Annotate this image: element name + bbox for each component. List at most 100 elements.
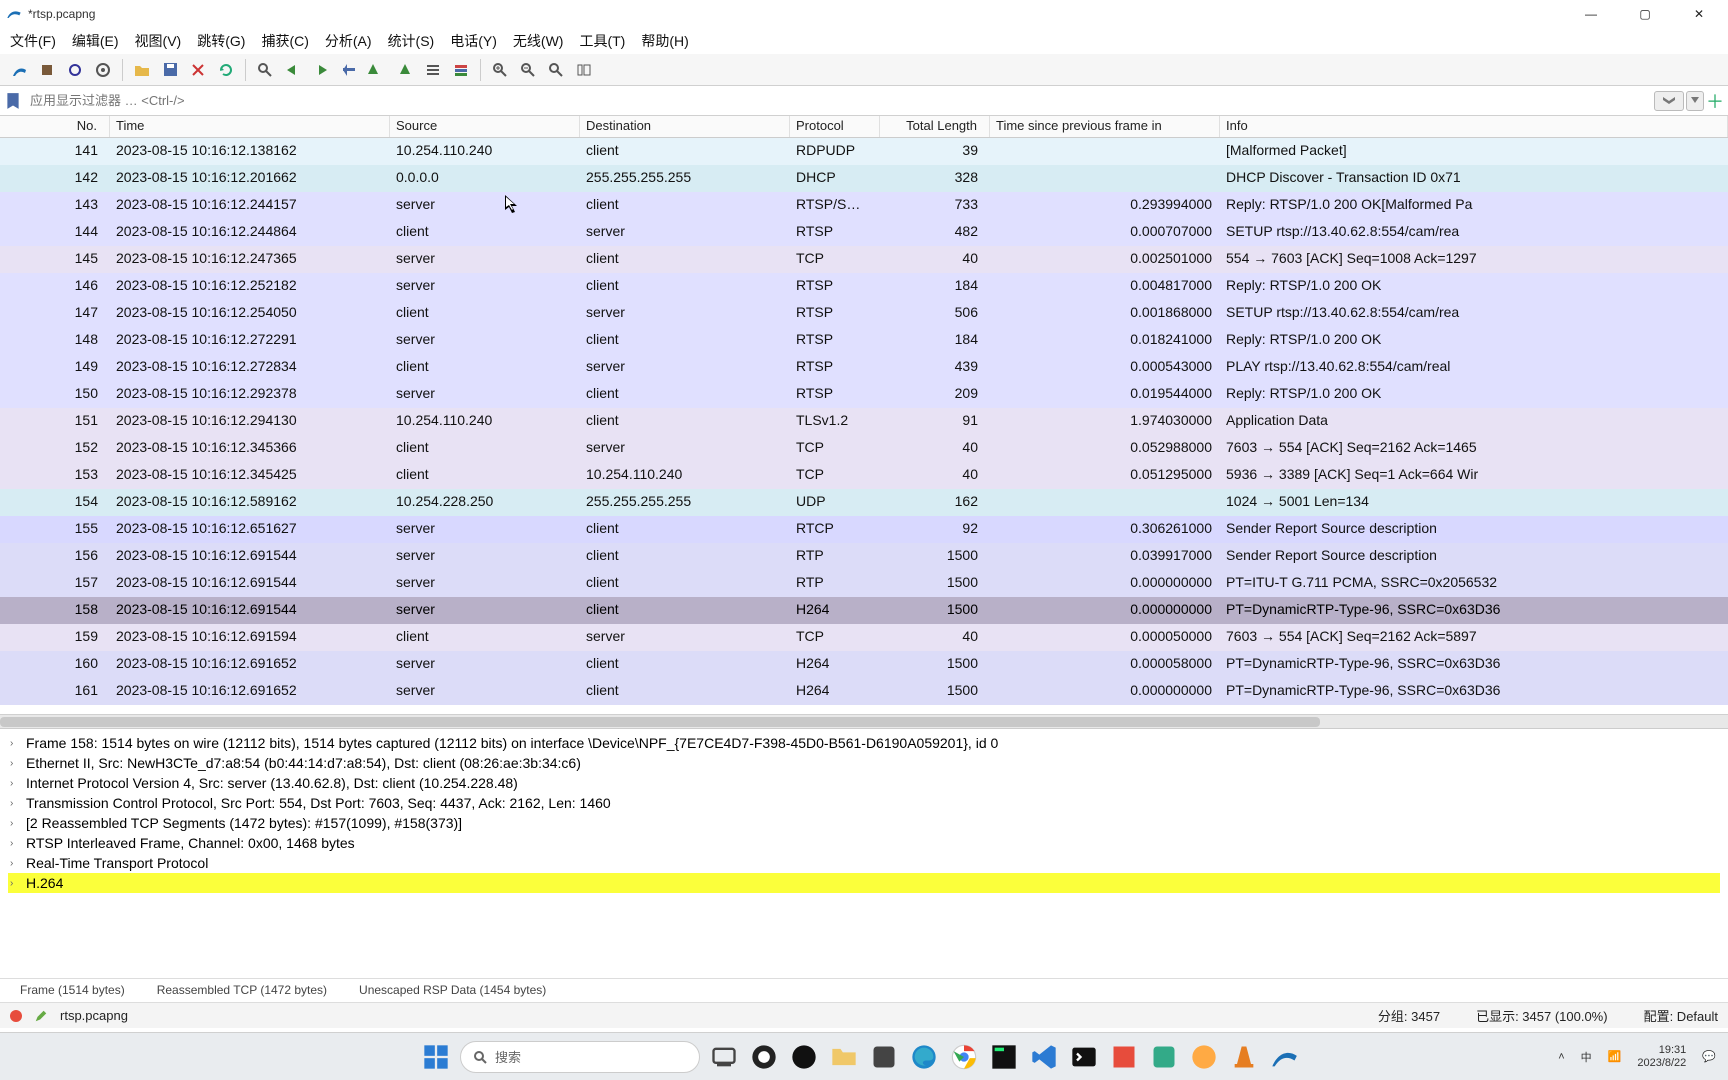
packet-row[interactable]: 1452023-08-15 10:16:12.247365serverclien… — [0, 246, 1728, 273]
filter-apply-button[interactable] — [1654, 91, 1684, 111]
tray-notifications-icon[interactable]: 💬 — [1702, 1050, 1716, 1063]
tray-clock[interactable]: 19:31 2023/8/22 — [1637, 1044, 1686, 1070]
detail-reassembled[interactable]: ›[2 Reassembled TCP Segments (1472 bytes… — [8, 813, 1720, 833]
menu-analyze[interactable]: 分析(A) — [325, 31, 372, 51]
packet-row[interactable]: 1582023-08-15 10:16:12.691544serverclien… — [0, 597, 1728, 624]
packet-row[interactable]: 1482023-08-15 10:16:12.272291serverclien… — [0, 327, 1728, 354]
window-close-button[interactable]: ✕ — [1676, 0, 1722, 28]
open-file-icon[interactable] — [129, 57, 155, 83]
column-time[interactable]: Time — [110, 116, 390, 137]
menu-capture[interactable]: 捕获(C) — [261, 31, 308, 51]
terminal-icon[interactable] — [1070, 1043, 1098, 1071]
bookmark-filter-icon[interactable] — [4, 92, 22, 110]
packet-row[interactable]: 1502023-08-15 10:16:12.292378serverclien… — [0, 381, 1728, 408]
file-explorer-icon[interactable] — [830, 1043, 858, 1071]
menu-help[interactable]: 帮助(H) — [641, 31, 688, 51]
detail-rtsp-interleaved[interactable]: ›RTSP Interleaved Frame, Channel: 0x00, … — [8, 833, 1720, 853]
packet-row[interactable]: 1422023-08-15 10:16:12.2016620.0.0.0255.… — [0, 165, 1728, 192]
app-generic-2-icon[interactable] — [790, 1043, 818, 1071]
menu-wireless[interactable]: 无线(W) — [513, 31, 564, 51]
resize-columns-icon[interactable] — [571, 57, 597, 83]
edit-capture-icon[interactable] — [34, 1009, 48, 1023]
packet-row[interactable]: 1612023-08-15 10:16:12.691652serverclien… — [0, 678, 1728, 705]
menu-stats[interactable]: 统计(S) — [388, 31, 435, 51]
packet-list-header[interactable]: No. Time Source Destination Protocol Tot… — [0, 116, 1728, 138]
start-button-icon[interactable] — [422, 1043, 450, 1071]
menu-tools[interactable]: 工具(T) — [579, 31, 625, 51]
reload-icon[interactable] — [213, 57, 239, 83]
packet-row[interactable]: 1462023-08-15 10:16:12.252182serverclien… — [0, 273, 1728, 300]
column-delta[interactable]: Time since previous frame in — [990, 116, 1220, 137]
pycharm-icon[interactable] — [990, 1043, 1018, 1071]
detail-h264[interactable]: ›H.264 — [8, 873, 1720, 893]
capture-start-icon[interactable] — [6, 57, 32, 83]
detail-frame[interactable]: ›Frame 158: 1514 bytes on wire (12112 bi… — [8, 733, 1720, 753]
column-no[interactable]: No. — [0, 116, 110, 137]
app-generic-3-icon[interactable] — [870, 1043, 898, 1071]
go-forward-icon[interactable] — [308, 57, 334, 83]
column-source[interactable]: Source — [390, 116, 580, 137]
capture-options-icon[interactable] — [90, 57, 116, 83]
packet-list-horizontal-scrollbar[interactable] — [0, 714, 1728, 728]
menu-edit[interactable]: 编辑(E) — [72, 31, 119, 51]
packet-row[interactable]: 1572023-08-15 10:16:12.691544serverclien… — [0, 570, 1728, 597]
bytes-tab-frame[interactable]: Frame (1514 bytes) — [14, 981, 131, 1000]
packet-row[interactable]: 1532023-08-15 10:16:12.345425client10.25… — [0, 462, 1728, 489]
window-maximize-button[interactable]: ▢ — [1622, 0, 1668, 28]
column-destination[interactable]: Destination — [580, 116, 790, 137]
detail-ip[interactable]: ›Internet Protocol Version 4, Src: serve… — [8, 773, 1720, 793]
save-file-icon[interactable] — [157, 57, 183, 83]
menu-go[interactable]: 跳转(G) — [197, 31, 245, 51]
packet-row[interactable]: 1522023-08-15 10:16:12.345366clientserve… — [0, 435, 1728, 462]
tray-ime-icon[interactable]: 中 — [1581, 1049, 1592, 1065]
packet-row[interactable]: 1542023-08-15 10:16:12.58916210.254.228.… — [0, 489, 1728, 516]
detail-rtp[interactable]: ›Real-Time Transport Protocol — [8, 853, 1720, 873]
column-protocol[interactable]: Protocol — [790, 116, 880, 137]
packet-row[interactable]: 1552023-08-15 10:16:12.651627serverclien… — [0, 516, 1728, 543]
edge-icon[interactable] — [910, 1043, 938, 1071]
packet-row[interactable]: 1472023-08-15 10:16:12.254050clientserve… — [0, 300, 1728, 327]
bytes-tab-reassembled[interactable]: Reassembled TCP (1472 bytes) — [151, 981, 333, 1000]
go-back-icon[interactable] — [280, 57, 306, 83]
find-icon[interactable] — [252, 57, 278, 83]
column-info[interactable]: Info — [1220, 116, 1728, 137]
packet-row[interactable]: 1412023-08-15 10:16:12.13816210.254.110.… — [0, 138, 1728, 165]
bytes-tab-unescaped[interactable]: Unescaped RSP Data (1454 bytes) — [353, 981, 552, 1000]
menu-file[interactable]: 文件(F) — [10, 31, 56, 51]
packet-row[interactable]: 1602023-08-15 10:16:12.691652serverclien… — [0, 651, 1728, 678]
column-length[interactable]: Total Length — [880, 116, 990, 137]
auto-scroll-icon[interactable] — [420, 57, 446, 83]
app-generic-5-icon[interactable] — [1150, 1043, 1178, 1071]
display-filter-input[interactable] — [26, 89, 1650, 112]
status-profile[interactable]: 配置: Default — [1644, 1006, 1718, 1025]
menu-tel[interactable]: 电话(Y) — [450, 31, 497, 51]
filter-add-button[interactable]: ＋ — [1706, 88, 1724, 114]
capture-stop-icon[interactable] — [34, 57, 60, 83]
app-generic-6-icon[interactable] — [1190, 1043, 1218, 1071]
window-minimize-button[interactable]: — — [1568, 0, 1614, 28]
packet-row[interactable]: 1562023-08-15 10:16:12.691544serverclien… — [0, 543, 1728, 570]
go-first-icon[interactable] — [364, 57, 390, 83]
packet-row[interactable]: 1432023-08-15 10:16:12.244157serverclien… — [0, 192, 1728, 219]
taskbar-search[interactable]: 搜索 — [460, 1041, 700, 1073]
packet-row[interactable]: 1442023-08-15 10:16:12.244864clientserve… — [0, 219, 1728, 246]
taskview-icon[interactable] — [710, 1043, 738, 1071]
go-to-packet-icon[interactable] — [336, 57, 362, 83]
zoom-reset-icon[interactable] — [543, 57, 569, 83]
capture-restart-icon[interactable] — [62, 57, 88, 83]
tray-chevron-icon[interactable]: ˄ — [1558, 1051, 1564, 1063]
packet-details-pane[interactable]: ›Frame 158: 1514 bytes on wire (12112 bi… — [0, 728, 1728, 978]
packet-row[interactable]: 1492023-08-15 10:16:12.272834clientserve… — [0, 354, 1728, 381]
chrome-icon[interactable] — [950, 1043, 978, 1071]
detail-ethernet[interactable]: ›Ethernet II, Src: NewH3CTe_d7:a8:54 (b0… — [8, 753, 1720, 773]
app-generic-4-icon[interactable] — [1110, 1043, 1138, 1071]
detail-tcp[interactable]: ›Transmission Control Protocol, Src Port… — [8, 793, 1720, 813]
menu-view[interactable]: 视图(V) — [135, 31, 182, 51]
zoom-out-icon[interactable] — [515, 57, 541, 83]
system-tray[interactable]: ˄ 中 📶 19:31 2023/8/22 💬 — [1558, 1044, 1716, 1070]
go-last-icon[interactable] — [392, 57, 418, 83]
close-file-icon[interactable] — [185, 57, 211, 83]
tray-network-icon[interactable]: 📶 — [1608, 1050, 1622, 1063]
zoom-in-icon[interactable] — [487, 57, 513, 83]
packet-row[interactable]: 1512023-08-15 10:16:12.29413010.254.110.… — [0, 408, 1728, 435]
